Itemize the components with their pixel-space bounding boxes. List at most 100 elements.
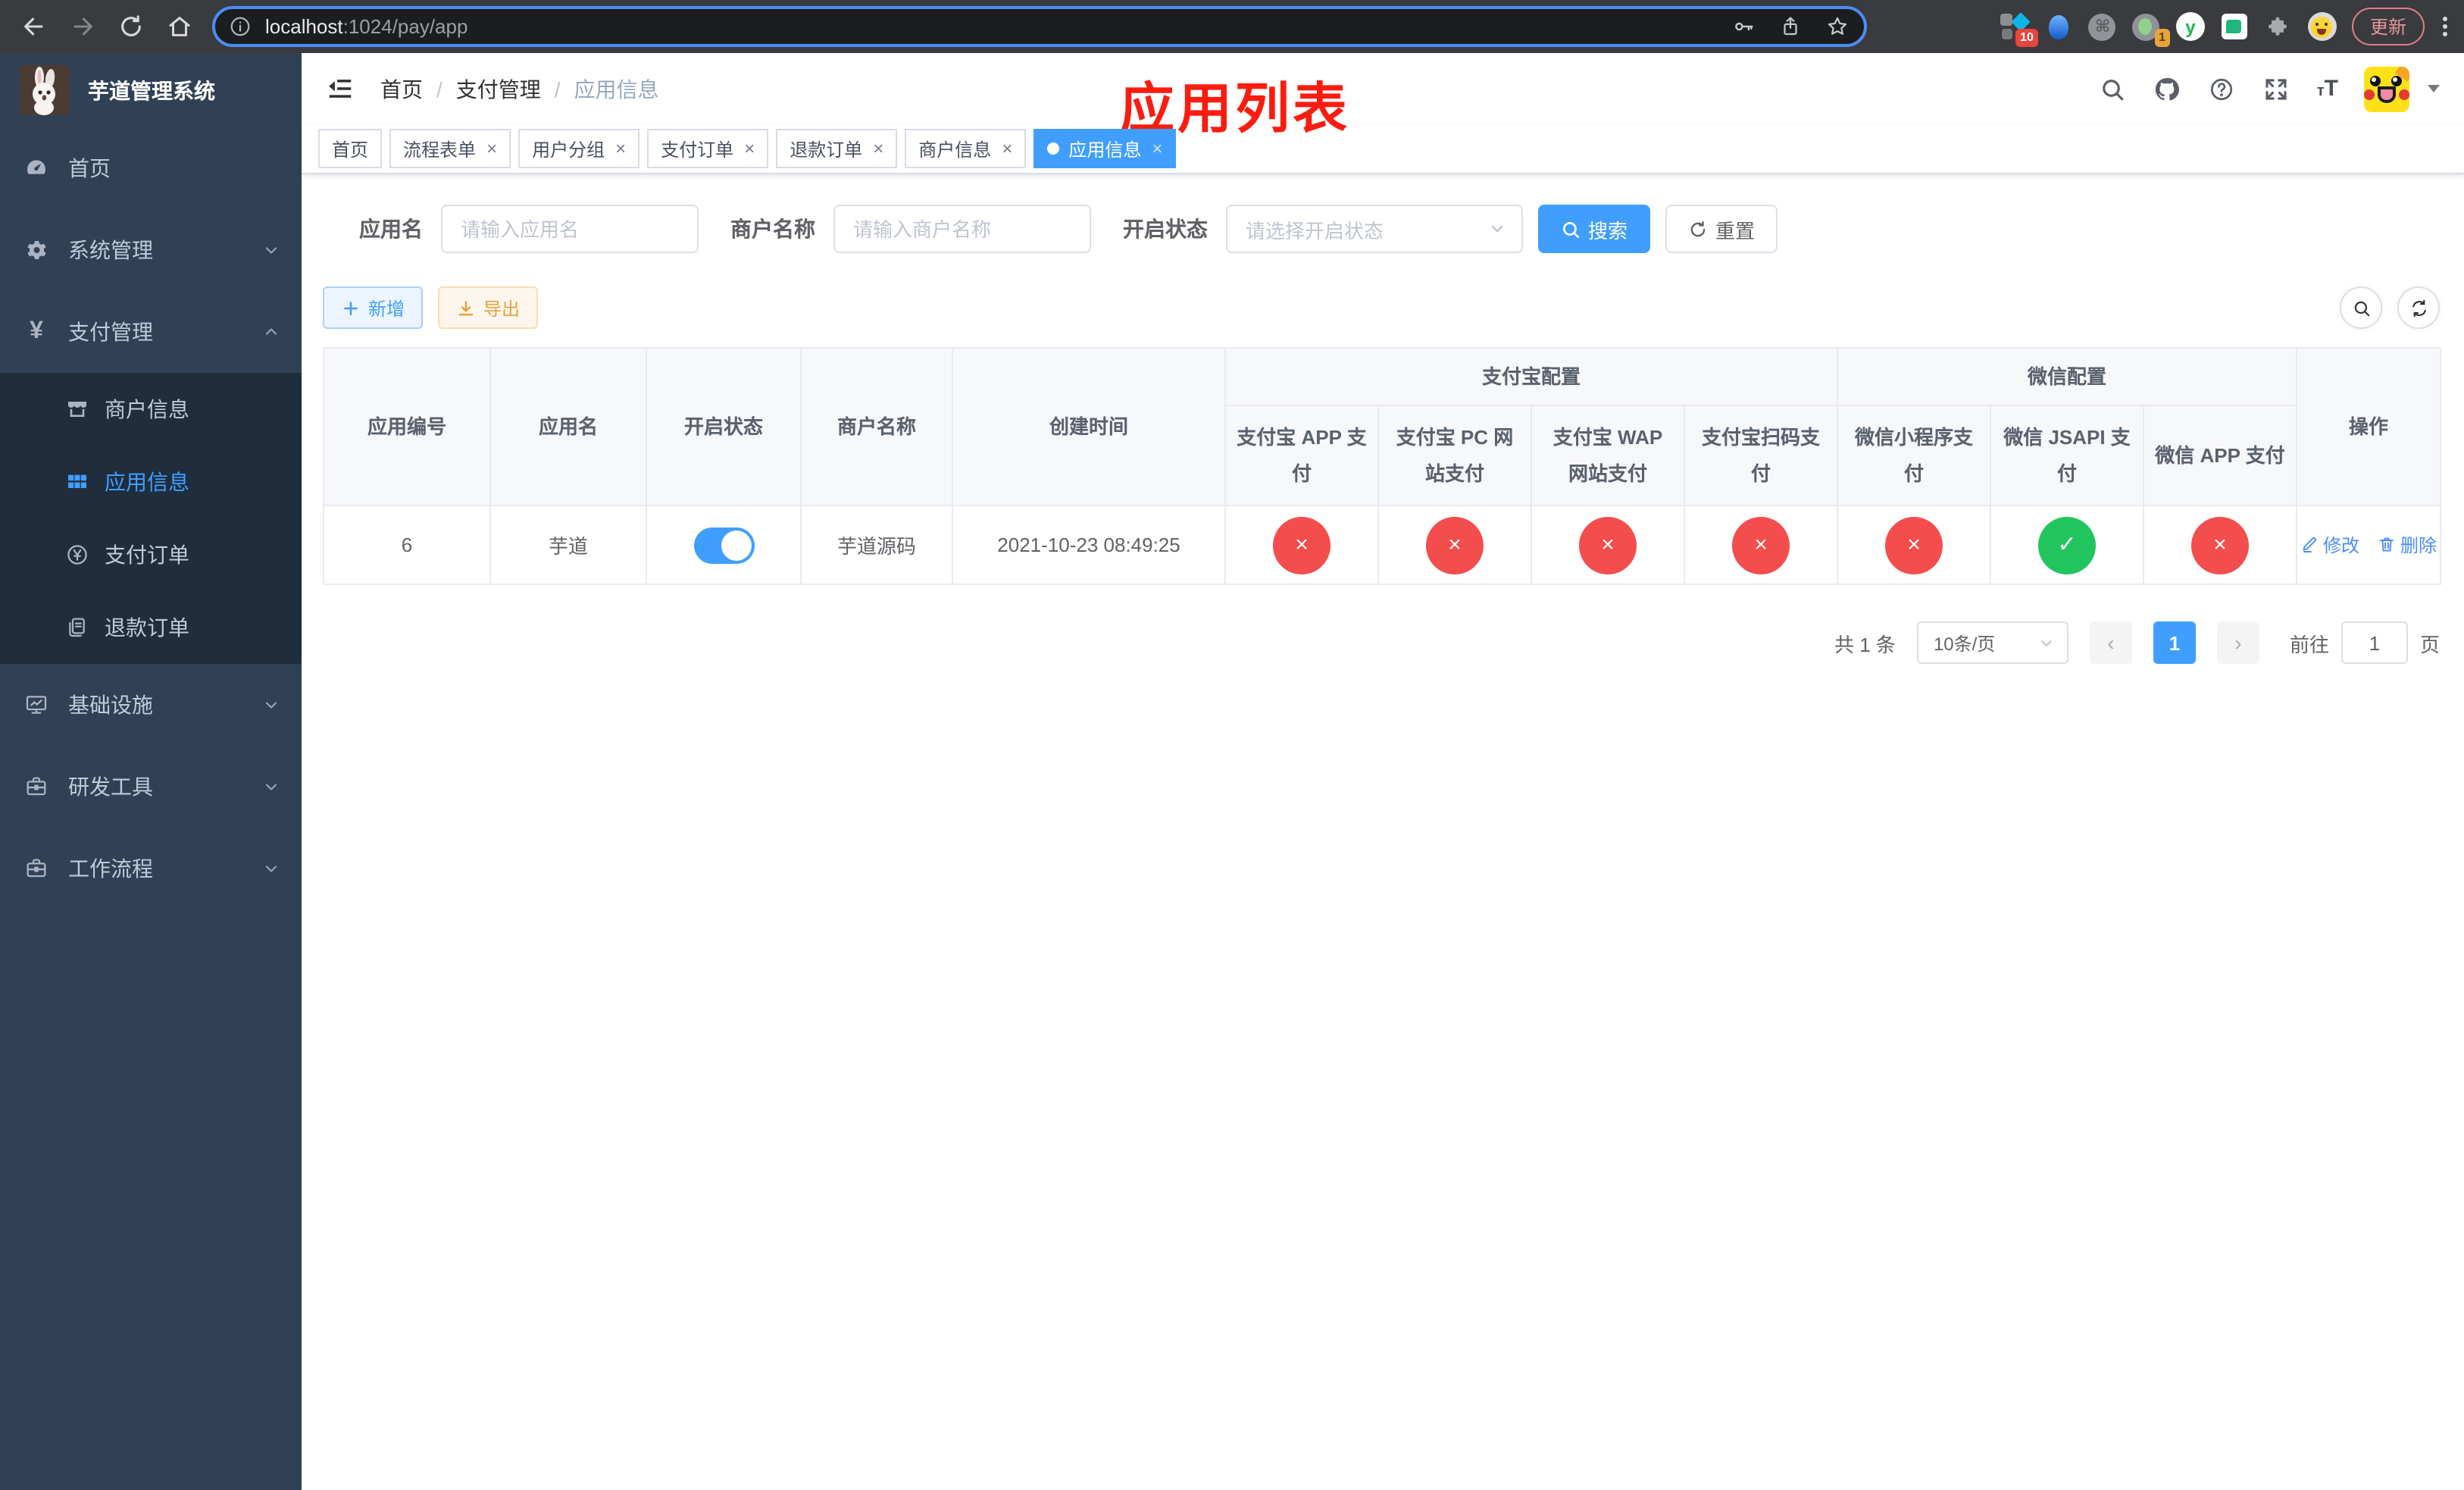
cell-app-id: 6 <box>323 505 491 585</box>
current-page[interactable]: 1 <box>2153 621 2196 664</box>
cross-icon: × <box>1426 516 1484 574</box>
sidebar-item-system[interactable]: 系统管理 <box>0 209 302 291</box>
browser-menu-icon[interactable] <box>2440 14 2449 39</box>
prev-page-button[interactable]: ‹ <box>2089 621 2132 664</box>
sidebar-item-merchant-info[interactable]: 商户信息 <box>0 373 302 446</box>
font-size-icon[interactable]: тT <box>2317 76 2338 102</box>
forward-icon[interactable] <box>67 11 97 42</box>
home-icon[interactable] <box>164 11 194 42</box>
sub-column-header: 微信 JSAPI 支付 <box>1990 405 2145 506</box>
help-icon[interactable] <box>2208 74 2237 103</box>
navbar-actions: тT <box>2099 66 2440 111</box>
viewport: localhost:1024/pay/app 10 ⌘ 1 y 更新 芋道管理系… <box>0 0 2464 1490</box>
monitor-icon <box>23 691 50 718</box>
github-icon[interactable] <box>2153 74 2182 103</box>
breadcrumb-item[interactable]: 首页 <box>380 74 423 104</box>
browser-update-button[interactable]: 更新 <box>2351 8 2425 45</box>
sidebar-item-workflow[interactable]: 工作流程 <box>0 828 302 909</box>
refresh-table-button[interactable] <box>2397 286 2440 329</box>
page-suffix-label: 页 <box>2419 633 2440 656</box>
tab-home[interactable]: 首页 <box>318 129 383 168</box>
sub-column-header: 支付宝扫码支付 <box>1683 405 1839 506</box>
merchant-name-label: 商户名称 <box>730 217 815 241</box>
bookmark-star-icon[interactable] <box>1826 15 1849 38</box>
breadcrumb-separator: / <box>554 77 561 101</box>
sidebar-item-app-info[interactable]: 应用信息 <box>0 446 302 518</box>
user-avatar[interactable] <box>2364 66 2409 111</box>
refresh-icon <box>2412 299 2425 317</box>
tab-user-group[interactable]: 用户分组 × <box>518 129 640 168</box>
filter-row: 应用名 商户名称 开启状态 请选择开启状态 <box>323 205 2440 253</box>
sidebar-item-home[interactable]: 首页 <box>0 127 302 209</box>
sidebar-item-dev-tools[interactable]: 研发工具 <box>0 746 302 828</box>
close-icon[interactable]: × <box>486 139 497 158</box>
extensions-puzzle-icon[interactable] <box>2264 12 2293 41</box>
sidebar-item-infrastructure[interactable]: 基础设施 <box>0 664 302 746</box>
delete-button[interactable]: 删除 <box>2378 532 2437 558</box>
navbar: 首页 / 支付管理 / 应用信息 应用列表 тT <box>302 53 2464 139</box>
dashboard-icon <box>23 155 50 182</box>
refresh-icon <box>1690 220 1706 236</box>
status-select[interactable]: 请选择开启状态 <box>1226 205 1523 253</box>
merchant-name-input[interactable] <box>833 205 1091 253</box>
status-toggle[interactable] <box>693 527 754 563</box>
fullscreen-icon[interactable] <box>2262 74 2291 103</box>
reload-icon[interactable] <box>115 11 145 42</box>
briefcase-icon <box>23 855 50 882</box>
column-header: 开启状态 <box>646 347 802 506</box>
app-name-input[interactable] <box>441 205 699 253</box>
sidebar-item-pay-order[interactable]: 支付订单 <box>0 518 302 591</box>
sidebar-item-payment[interactable]: ¥ 支付管理 <box>0 291 302 373</box>
close-icon[interactable]: × <box>1002 139 1012 158</box>
goto-page-input[interactable] <box>2340 621 2408 664</box>
reset-button[interactable]: 重置 <box>1665 205 1778 253</box>
profile-avatar-icon[interactable] <box>2307 12 2337 41</box>
tab-merchant-info[interactable]: 商户信息 × <box>905 129 1027 168</box>
breadcrumb-item[interactable]: 支付管理 <box>456 74 541 104</box>
share-icon[interactable] <box>1779 15 1802 38</box>
close-icon[interactable]: × <box>615 139 626 158</box>
url-path: :1024/pay/app <box>342 15 468 38</box>
yudao-extension-icon[interactable]: y <box>2175 12 2205 41</box>
tab-refund-order[interactable]: 退款订单 × <box>776 129 898 168</box>
avatar-caret-icon[interactable] <box>2428 85 2440 92</box>
content: 应用名 商户名称 开启状态 请选择开启状态 <box>302 174 2464 664</box>
search-button[interactable]: 搜索 <box>1538 205 1651 253</box>
grid-icon <box>65 468 89 496</box>
search-icon[interactable] <box>2099 74 2128 103</box>
gear-icon <box>23 236 50 264</box>
close-icon[interactable]: × <box>744 139 755 158</box>
document-icon <box>65 614 89 641</box>
site-info-icon[interactable] <box>229 14 253 39</box>
toggle-search-button[interactable] <box>2340 286 2382 329</box>
close-icon[interactable]: × <box>873 139 883 158</box>
tab-flow-form[interactable]: 流程表单 × <box>389 129 511 168</box>
tab-pay-order[interactable]: 支付订单 × <box>647 129 769 168</box>
cell-pay-config: ✓ <box>1990 505 2145 585</box>
breadcrumb-separator: / <box>436 77 442 101</box>
back-icon[interactable] <box>18 11 48 42</box>
page-size-select[interactable]: 10条/页 <box>1916 621 2068 664</box>
check-icon: ✓ <box>2038 516 2097 574</box>
status-select-placeholder: 请选择开启状态 <box>1246 219 1384 242</box>
yen-circle-icon <box>65 541 89 568</box>
tab-app-info[interactable]: 应用信息 × <box>1033 129 1177 168</box>
add-button[interactable]: 新增 <box>323 286 424 329</box>
edit-button[interactable]: 修改 <box>2300 532 2359 558</box>
sidebar: 芋道管理系统 首页 系统管理 ¥ 支付管理 商户信息 应用信息 支付订单 退款订单 基础设施 研发… <box>0 53 302 1490</box>
sidebar-item-refund-order[interactable]: 退款订单 <box>0 591 302 664</box>
camera-extension-icon[interactable]: 1 <box>2132 12 2170 47</box>
sidebar-menu: 首页 系统管理 ¥ 支付管理 商户信息 应用信息 支付订单 退款订单 基础设施 研发工具 工作流程 <box>0 127 302 1490</box>
balloon-extension-icon[interactable] <box>2044 12 2073 41</box>
pin-extension-icon[interactable]: 10 <box>2000 12 2038 47</box>
address-bar[interactable]: localhost:1024/pay/app <box>212 6 1867 47</box>
password-key-icon[interactable] <box>1732 15 1755 38</box>
chat-extension-icon[interactable] <box>2220 12 2249 41</box>
export-button[interactable]: 导出 <box>438 286 539 329</box>
logo-row[interactable]: 芋道管理系统 <box>0 53 302 127</box>
close-icon[interactable]: × <box>1152 139 1162 158</box>
yen-icon: ¥ <box>30 318 43 344</box>
sidebar-fold-icon[interactable] <box>326 74 356 104</box>
command-extension-icon[interactable]: ⌘ <box>2088 12 2117 41</box>
next-page-button[interactable]: › <box>2216 621 2259 664</box>
